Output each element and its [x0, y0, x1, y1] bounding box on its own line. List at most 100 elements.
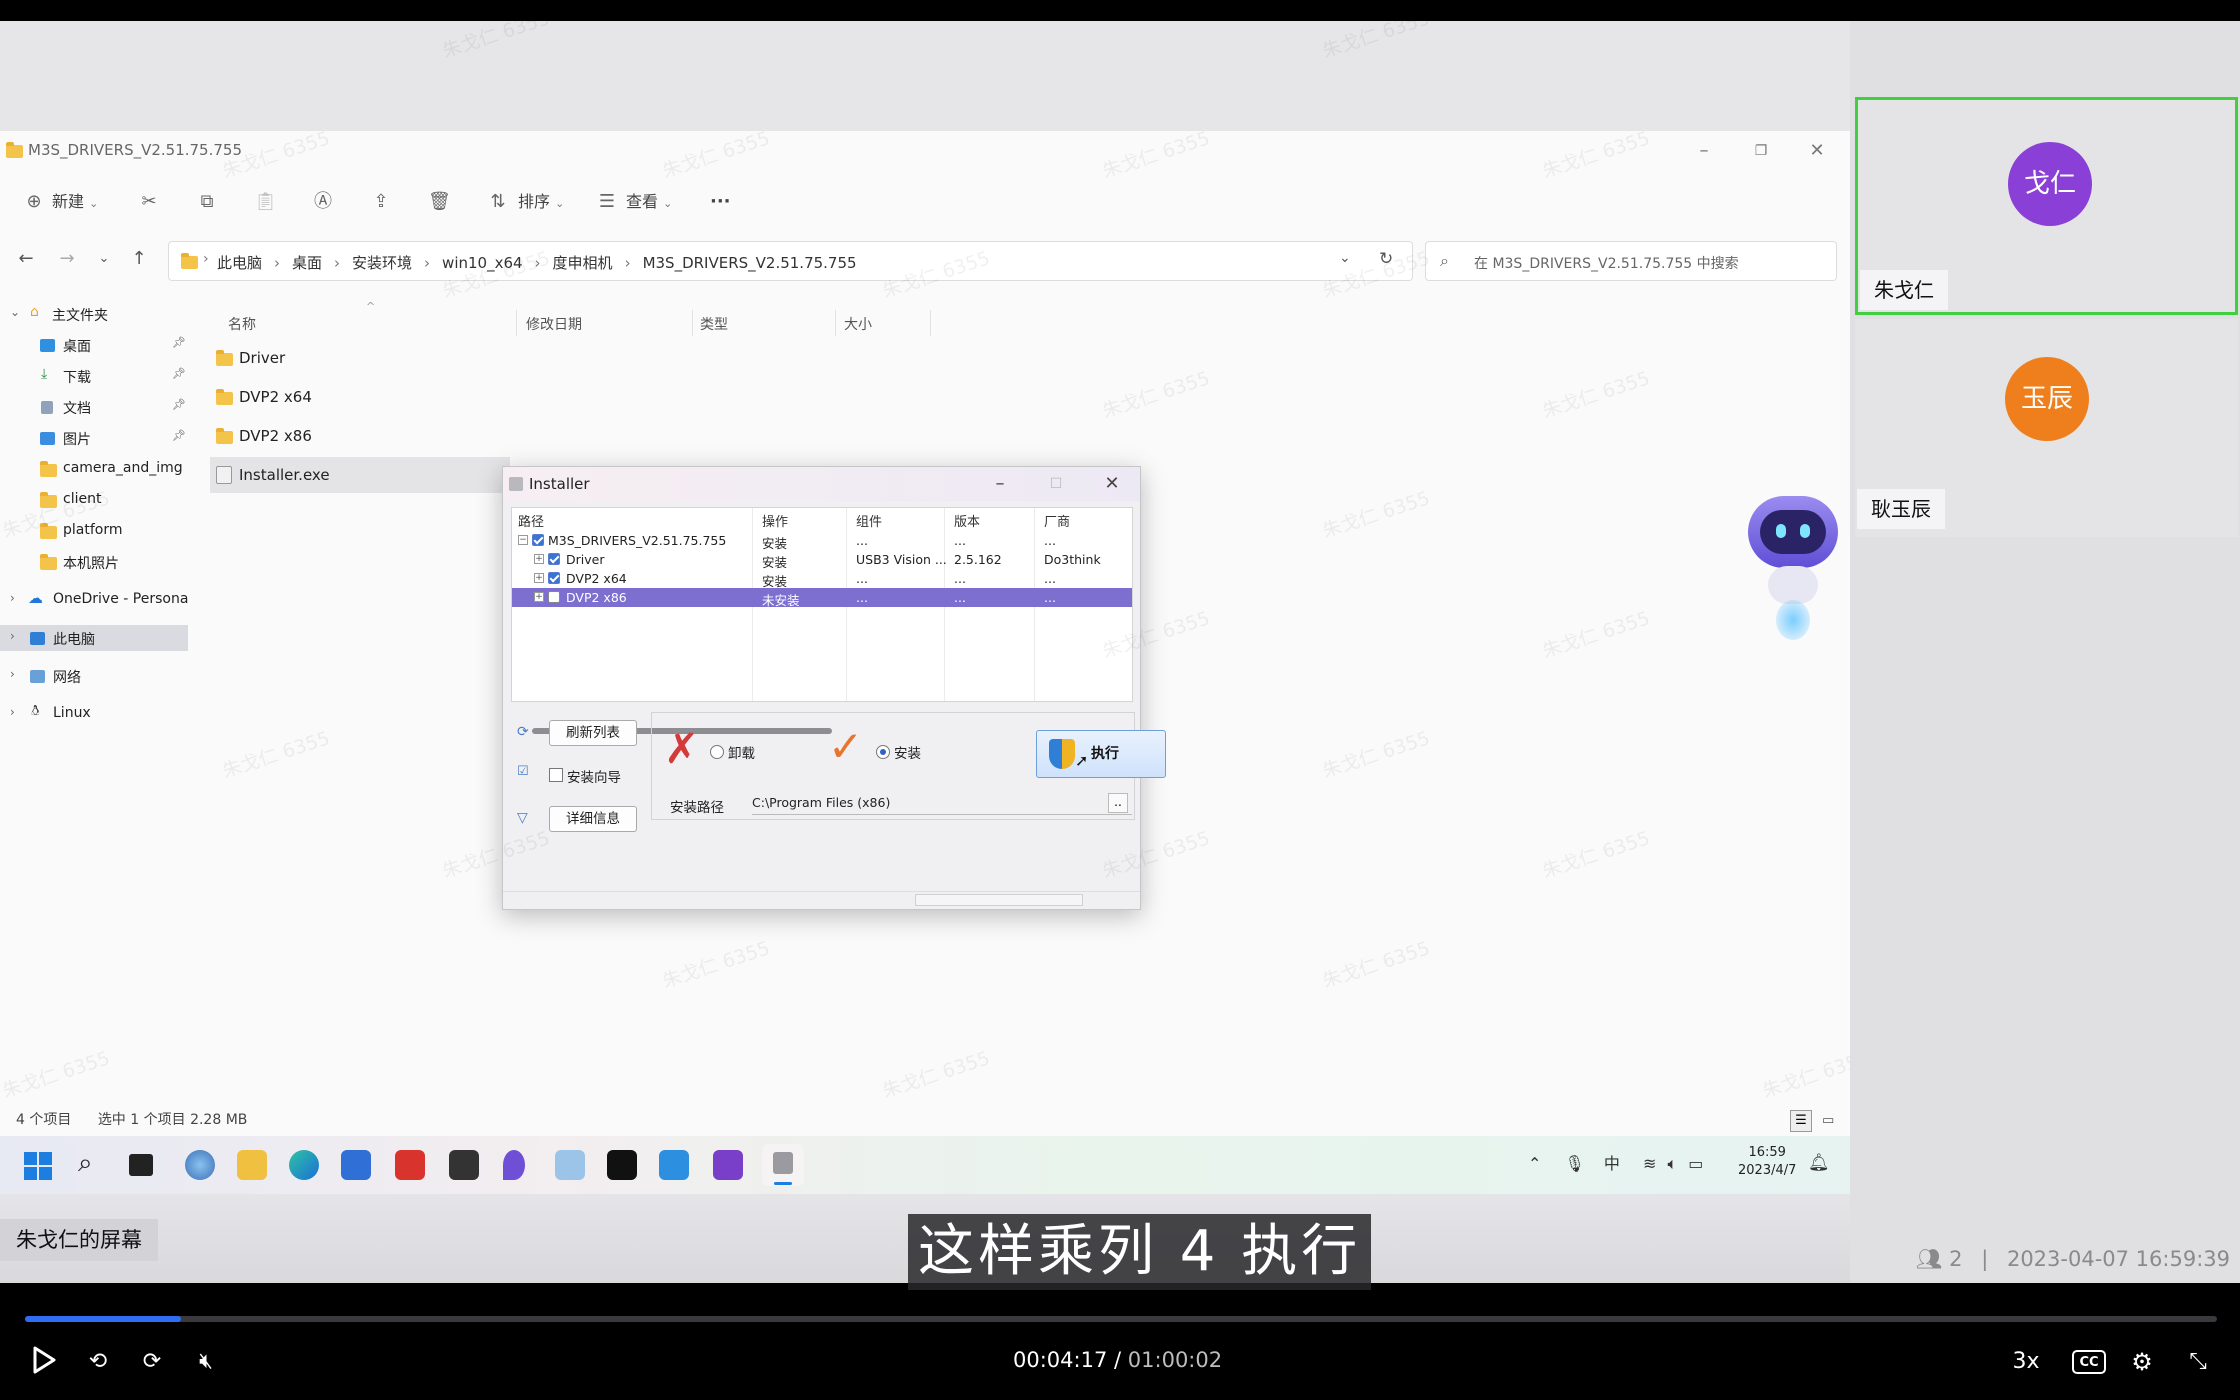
store-icon[interactable] — [341, 1150, 371, 1180]
execute-button[interactable]: 执行 ➚ — [1036, 730, 1166, 778]
wizard-checkbox[interactable] — [549, 768, 563, 782]
nav-item-this-pc[interactable]: › 此电脑 — [0, 625, 188, 651]
closed-captions-button[interactable]: CC — [2072, 1350, 2106, 1374]
share-icon[interactable]: ⇪ — [370, 191, 392, 213]
nav-item-downloads[interactable]: ⤓ 下载 📌︎ — [0, 363, 190, 389]
expand-icon[interactable]: + — [534, 573, 544, 583]
delete-icon[interactable]: 🗑︎ — [428, 191, 451, 213]
forward-15-icon[interactable]: ⟳ — [136, 1346, 168, 1378]
details-view-icon[interactable]: ☰ — [1790, 1110, 1812, 1132]
address-bar[interactable]: › 此电脑 › 桌面 › 安装环境 › win10_x64 › 度申相机 › M3S_DRIVERS… — [168, 241, 1413, 281]
file-explorer-taskbar-icon[interactable] — [237, 1150, 267, 1180]
tiles-view-icon[interactable]: ▭ — [1817, 1111, 1839, 1133]
file-row-dvp2-x64[interactable]: DVP2 x64 — [210, 379, 510, 415]
minimize-icon[interactable]: – — [987, 471, 1013, 497]
nav-item-local-photos[interactable]: 本机照片 — [0, 549, 190, 575]
battery-icon[interactable]: ▭ — [1688, 1154, 1703, 1173]
nav-item-platform[interactable]: platform — [0, 518, 190, 544]
taskbar-clock[interactable]: 16:59 2023/4/7 — [1738, 1144, 1796, 1180]
tree-row[interactable]: − M3S_DRIVERS_V2.51.75.755 安装 ... ... ..… — [512, 531, 1132, 551]
nav-item-home[interactable]: ⌄ ⌂ 主文件夹 — [0, 301, 190, 327]
rename-icon[interactable]: Ⓐ — [312, 191, 334, 213]
restore-icon[interactable]: ❐ — [1749, 139, 1773, 163]
refresh-list-button[interactable]: 刷新列表 — [549, 720, 637, 746]
task-view-icon[interactable] — [129, 1154, 153, 1176]
browse-button[interactable]: .. — [1108, 793, 1128, 813]
notification-bell-icon[interactable]: 🔔︎ — [1808, 1153, 1830, 1173]
nav-item-linux[interactable]: › 🐧︎ Linux — [0, 701, 190, 727]
tree-row-selected[interactable]: + DVP2 x86 未安装 ... ... ... — [512, 588, 1132, 608]
details-button[interactable]: 详细信息 — [549, 806, 637, 832]
checkbox-checked[interactable] — [532, 534, 544, 546]
maximize-icon[interactable]: ☐ — [1043, 471, 1069, 497]
mute-icon[interactable]: 🔇︎ — [190, 1346, 222, 1378]
breadcrumb-item[interactable]: 安装环境 — [352, 254, 412, 272]
nav-item-documents[interactable]: 文档 📌︎ — [0, 394, 190, 420]
app-icon[interactable] — [503, 1150, 525, 1180]
photos-icon[interactable] — [555, 1150, 585, 1180]
notes-icon[interactable] — [607, 1150, 637, 1180]
back-arrow-icon[interactable]: ← — [14, 247, 38, 271]
breadcrumb-item[interactable]: 此电脑 — [217, 254, 262, 272]
search-icon[interactable]: ⌕ — [78, 1148, 93, 1179]
close-icon[interactable]: ✕ — [1805, 139, 1829, 163]
file-row-installer-exe[interactable]: Installer.exe — [210, 457, 510, 493]
chevron-up-icon[interactable]: ⌃ — [1528, 1154, 1541, 1173]
minimize-icon[interactable]: – — [1692, 139, 1716, 163]
nav-item-camera-and-img[interactable]: camera_and_img — [0, 456, 190, 482]
terminal-icon[interactable] — [449, 1150, 479, 1180]
new-button[interactable]: 新建 ⌄ — [52, 187, 98, 217]
collapse-icon[interactable]: − — [518, 535, 528, 545]
copy-icon[interactable]: ⧉ — [196, 191, 218, 213]
windows-start-icon[interactable] — [24, 1152, 52, 1180]
view-button[interactable]: 查看 ⌄ — [626, 187, 672, 217]
play-icon[interactable] — [28, 1346, 60, 1378]
sort-button[interactable]: 排序 ⌄ — [518, 187, 564, 217]
exit-fullscreen-icon[interactable]: ⤡ — [2182, 1346, 2214, 1378]
breadcrumb-item[interactable]: M3S_DRIVERS_V2.51.75.755 — [643, 254, 857, 272]
nav-item-onedrive[interactable]: › ☁ OneDrive - Persona — [0, 587, 190, 613]
mail-icon[interactable] — [659, 1150, 689, 1180]
nav-item-desktop[interactable]: 桌面 📌︎ — [0, 332, 190, 358]
expand-icon[interactable]: + — [534, 554, 544, 564]
microphone-icon[interactable]: 🎙︎ — [1565, 1154, 1585, 1173]
wifi-icon[interactable]: ≋ — [1643, 1154, 1656, 1173]
paste-icon[interactable]: 📋︎ — [254, 191, 277, 213]
playback-speed-button[interactable]: 3x — [2006, 1346, 2046, 1378]
wps-icon[interactable] — [395, 1150, 425, 1180]
nav-item-pictures[interactable]: 图片 📌︎ — [0, 425, 190, 451]
participant-tile-active[interactable]: 戈仁 朱戈仁 — [1855, 97, 2238, 315]
progress-bar[interactable] — [25, 1316, 2217, 1322]
cut-icon[interactable]: ✂ — [138, 191, 160, 213]
refresh-icon[interactable]: ↻ — [1379, 249, 1393, 269]
ime-indicator[interactable]: 中 — [1604, 1154, 1620, 1173]
column-header-name[interactable]: 名称 — [228, 314, 256, 334]
install-path-field[interactable]: C:\Program Files (x86) — [752, 793, 1132, 815]
checkbox-checked[interactable] — [548, 572, 560, 584]
volume-icon[interactable]: 🔈︎ — [1668, 1154, 1678, 1173]
installer-taskbar-button[interactable] — [762, 1144, 804, 1186]
close-icon[interactable]: ✕ — [1099, 471, 1125, 497]
breadcrumb-item[interactable]: 桌面 — [292, 254, 322, 272]
forward-arrow-icon[interactable]: → — [55, 247, 79, 271]
settings-gear-icon[interactable]: ⚙ — [2126, 1346, 2158, 1378]
up-arrow-icon[interactable]: ↑ — [127, 247, 151, 271]
column-header-size[interactable]: 大小 — [844, 314, 872, 334]
checkbox-checked[interactable] — [548, 553, 560, 565]
chevron-down-icon[interactable]: ⌄ — [1339, 250, 1351, 266]
widget-icon[interactable] — [185, 1150, 215, 1180]
file-row-dvp2-x86[interactable]: DVP2 x86 — [210, 418, 510, 454]
nav-item-client[interactable]: client — [0, 487, 190, 513]
install-radio[interactable] — [876, 745, 890, 759]
visual-studio-icon[interactable] — [713, 1150, 743, 1180]
nav-item-network[interactable]: › 网络 — [0, 663, 190, 689]
uninstall-radio[interactable] — [710, 745, 724, 759]
column-header-modified[interactable]: 修改日期 — [526, 314, 582, 334]
edge-browser-icon[interactable] — [289, 1150, 319, 1180]
rewind-15-icon[interactable]: ⟲ — [82, 1346, 114, 1378]
tree-row[interactable]: + DVP2 x64 安装 ... ... ... — [512, 569, 1132, 589]
recent-locations-chevron-icon[interactable]: ⌄ — [92, 247, 116, 271]
ai-assistant-robot-icon[interactable] — [1740, 490, 1850, 650]
search-input[interactable]: ⌕ 在 M3S_DRIVERS_V2.51.75.755 中搜索 — [1425, 241, 1837, 281]
participant-tile[interactable]: 玉辰 耿玉辰 — [1855, 319, 2238, 537]
